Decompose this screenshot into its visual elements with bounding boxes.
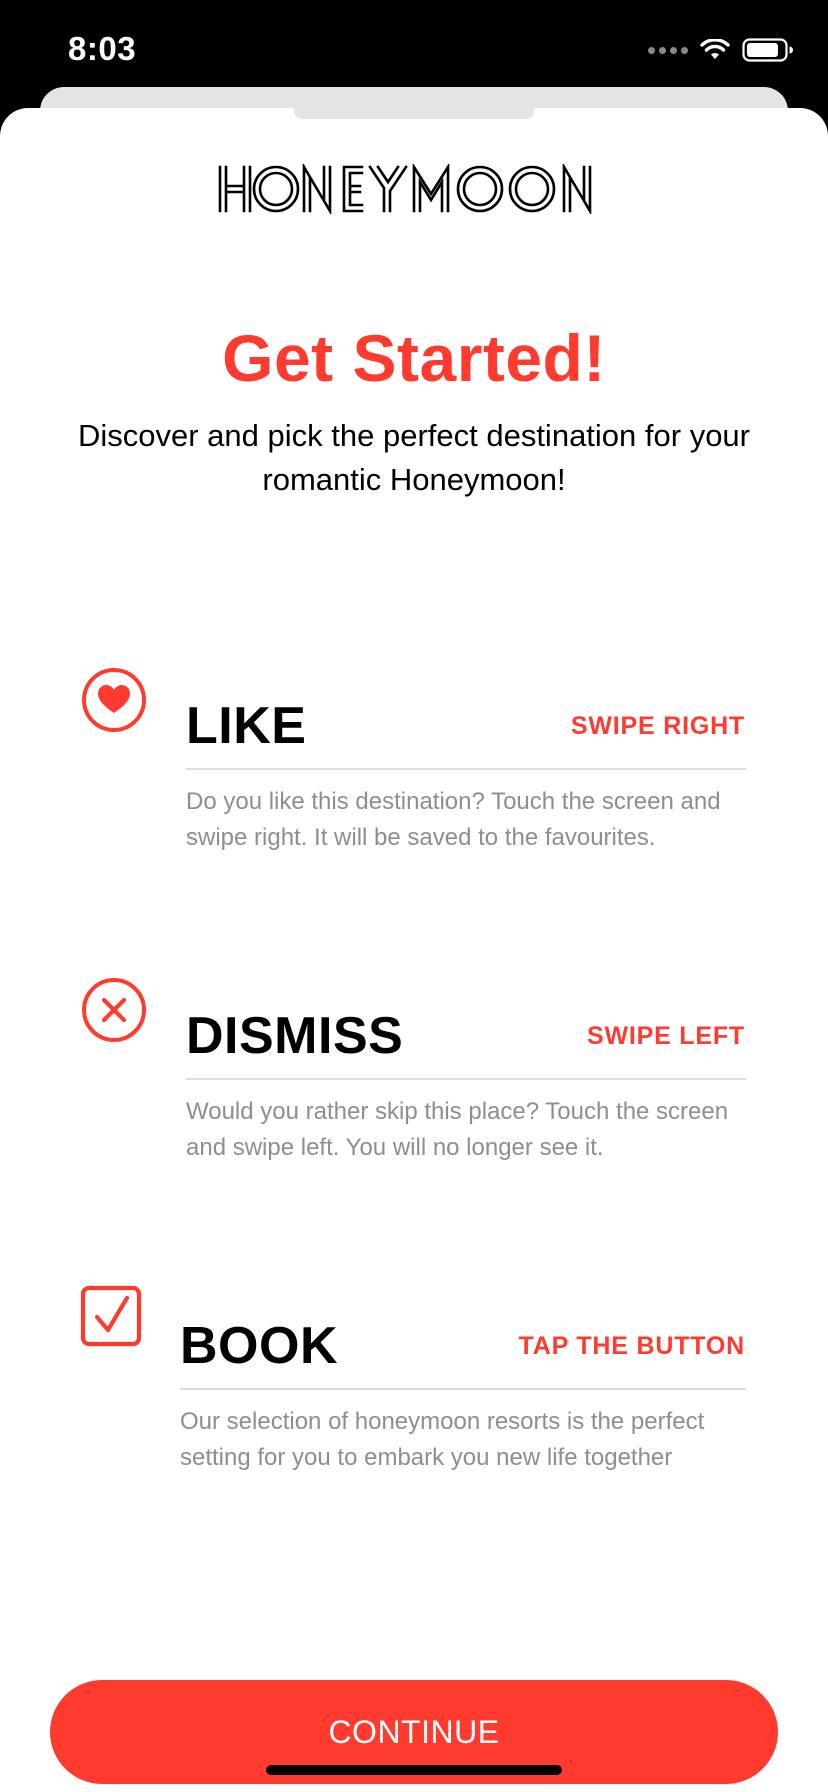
- page-subtitle: Discover and pick the perfect destinatio…: [77, 418, 750, 497]
- feature-title: DISMISS: [186, 1007, 404, 1065]
- divider: [186, 768, 746, 770]
- feature-action: TAP THE BUTTON: [518, 1332, 745, 1360]
- checkmark-square-icon: [80, 1285, 142, 1347]
- honeymoon-logo: [218, 164, 592, 214]
- x-circle-icon: [82, 978, 146, 1042]
- onboarding-sheet: Get Started! Discover and pick the perfe…: [0, 108, 828, 1792]
- heart-circle-icon: [82, 668, 146, 732]
- divider: [186, 1078, 746, 1080]
- feature-description: Our selection of honeymoon resorts is th…: [180, 1408, 705, 1471]
- feature-action: SWIPE LEFT: [587, 1022, 745, 1050]
- cellular-signal-icon: [648, 46, 688, 54]
- status-time: 8:03: [68, 30, 137, 67]
- feature-action: SWIPE RIGHT: [570, 712, 745, 740]
- status-bar: 8:03: [0, 0, 828, 100]
- wifi-icon: [700, 39, 730, 59]
- battery-icon: [742, 38, 793, 62]
- feature-title: LIKE: [186, 697, 307, 755]
- status-icons: [648, 38, 794, 62]
- feature-description: Do you like this destination? Touch the …: [186, 788, 721, 851]
- sheet-grabber[interactable]: [294, 108, 534, 119]
- home-indicator[interactable]: [266, 1765, 562, 1775]
- divider: [180, 1388, 746, 1390]
- page-title: Get Started!: [222, 321, 606, 395]
- feature-description: Would you rather skip this place? Touch …: [186, 1098, 729, 1161]
- feature-title: BOOK: [180, 1317, 338, 1375]
